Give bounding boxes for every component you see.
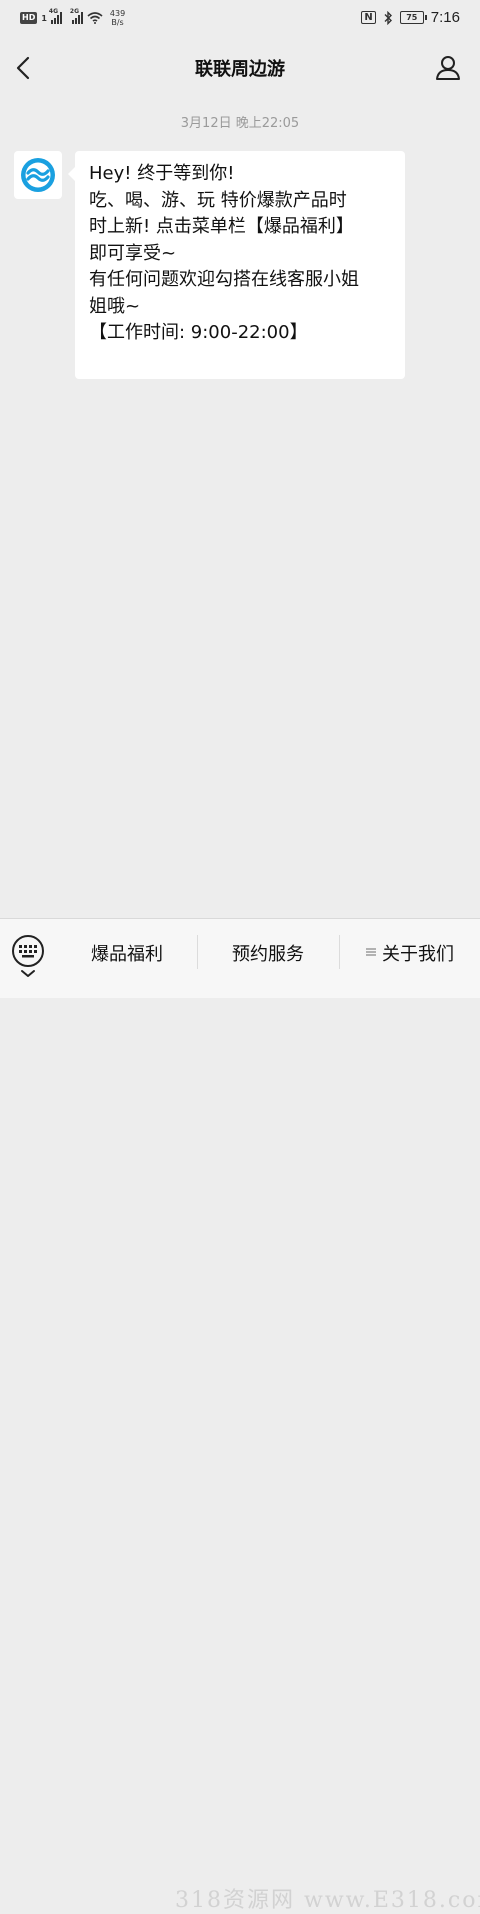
- network-type-1: 4G: [48, 8, 59, 15]
- message-line: 姐哦~: [89, 295, 141, 317]
- sim-number: 1: [41, 13, 47, 23]
- network-speed: 439 B/s: [110, 9, 125, 27]
- person-icon: [436, 56, 460, 80]
- menu-item-booking[interactable]: 预约服务: [198, 919, 338, 986]
- menu-item-label: 预约服务: [232, 943, 304, 965]
- profile-button[interactable]: [432, 52, 464, 84]
- nfc-icon: N: [361, 11, 376, 24]
- menu-item-label: 关于我们: [382, 943, 454, 965]
- message-line: Hey! 终于等到你!: [89, 163, 235, 184]
- signal-icon: 4G: [49, 8, 62, 24]
- menu-item-label: 爆品福利: [91, 943, 163, 965]
- message-line: 【工作时间: 9:00-22:00】: [89, 322, 308, 343]
- hd-badge: HD: [20, 12, 38, 24]
- message-bubble[interactable]: Hey! 终于等到你! 吃、喝、游、玩 特价爆款产品时 时上新! 点击菜单栏【爆…: [68, 151, 405, 379]
- message-line: 时上新! 点击菜单栏【爆品福利】: [89, 216, 354, 237]
- keyboard-icon: [12, 935, 44, 977]
- keyboard-toggle-button[interactable]: [8, 933, 48, 979]
- status-left: HD 1 4G 2G 439 B/s: [20, 8, 125, 27]
- watermark: 318资源网 www.E318.com: [175, 1888, 480, 1913]
- brand-logo-icon: [21, 158, 55, 192]
- message-line: 吃、喝、游、玩 特价爆款产品时: [89, 189, 347, 211]
- clock: 7:16: [430, 9, 460, 26]
- menu-item-about-us[interactable]: 关于我们: [340, 919, 480, 986]
- status-right: N 75 7:16: [361, 9, 460, 26]
- network-type-2: 2G: [69, 8, 80, 15]
- status-bar: HD 1 4G 2G 439 B/s N 75 7:16: [0, 0, 480, 38]
- menu-item-hot-deals[interactable]: 爆品福利: [58, 919, 196, 986]
- signal-icon-2: 2G: [70, 8, 83, 24]
- network-speed-value: 439: [109, 9, 126, 18]
- network-speed-unit: B/s: [111, 18, 124, 27]
- message-line: 有任何问题欢迎勾搭在线客服小姐: [89, 269, 359, 290]
- wifi-icon: [87, 12, 103, 24]
- nav-bar: 联联周边游: [0, 38, 480, 98]
- avatar[interactable]: [14, 151, 62, 199]
- message-timestamp: 3月12日 晚上22:05: [180, 116, 300, 131]
- bluetooth-icon: [384, 10, 392, 25]
- battery-icon: 75: [399, 11, 427, 24]
- submenu-icon: [366, 946, 376, 960]
- message-line: 即可享受~: [89, 242, 177, 264]
- page-title: 联联周边游: [195, 59, 285, 80]
- bottom-menu: 爆品福利 预约服务 关于我们 318资源网 www.E318.com: [0, 918, 480, 1913]
